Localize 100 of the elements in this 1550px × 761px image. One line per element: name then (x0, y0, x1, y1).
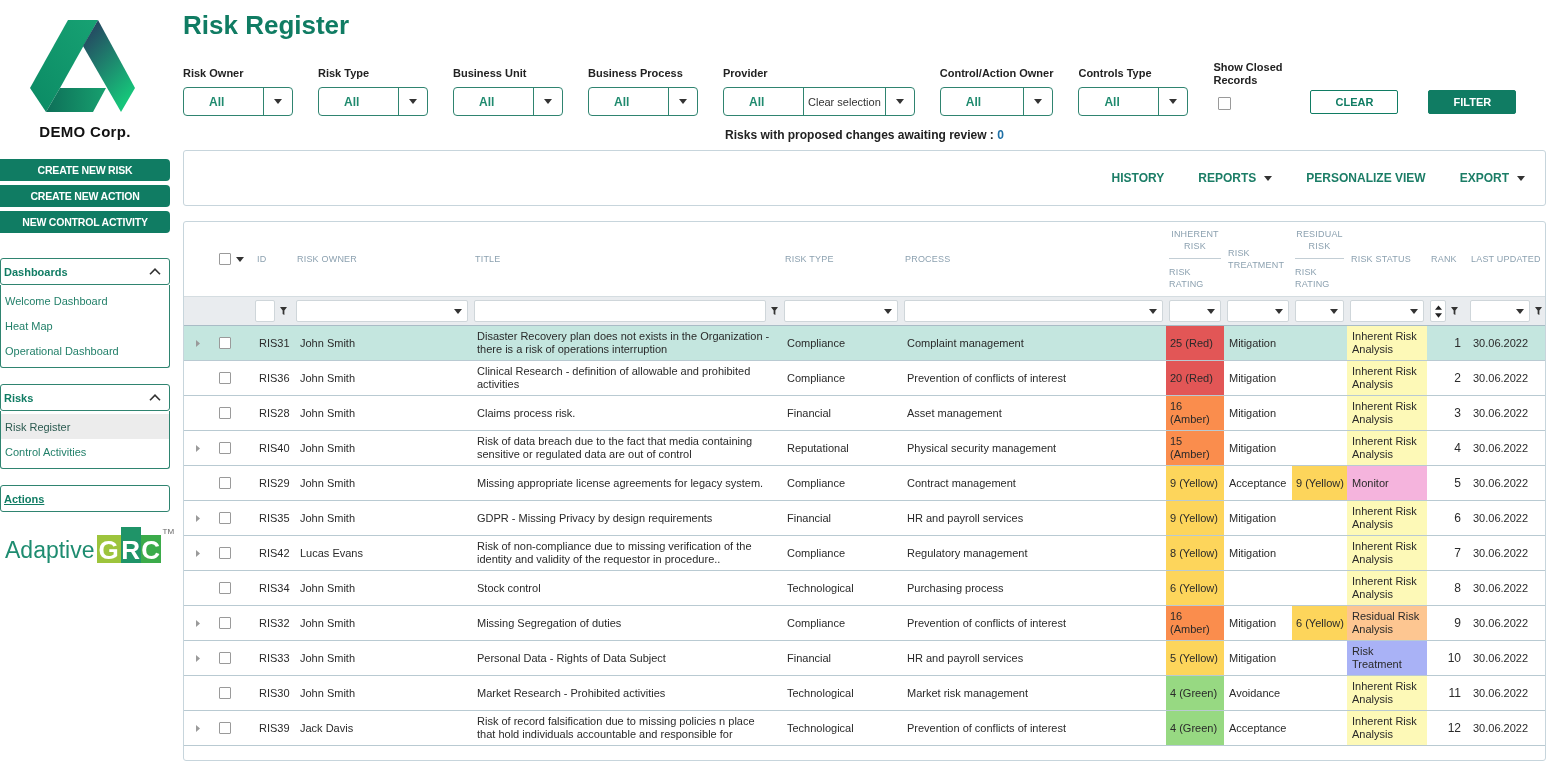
toolbar-button[interactable]: HISTORY (1107, 167, 1169, 189)
table-row[interactable]: RIS30 John Smith Market Research - Prohibited activities Technological Market risk management 4 (Green) Avoidance Inherent Risk Analysis 11 30.06.2022 (184, 676, 1545, 711)
table-cell-text: Mitigation (1228, 650, 1278, 666)
nav-item[interactable]: Welcome Dashboard (1, 288, 169, 313)
caret-right-icon[interactable] (195, 724, 200, 732)
table-cell-text: Avoidance (1228, 685, 1282, 701)
table-cell-text: Stock control (476, 580, 542, 596)
caret-right-icon[interactable] (195, 619, 200, 627)
filter-dropdown[interactable]: All Clear selection (723, 87, 915, 116)
review-notice: Risks with proposed changes awaiting review : 0 (725, 128, 1004, 143)
column-group-header: INHERENT RISK (1170, 228, 1220, 252)
nav-item[interactable]: Risk Register (1, 414, 169, 439)
table-row[interactable]: RIS29 John Smith Missing appropriate license agreements for legacy system. Compliance Contract management 9 (Yellow) Acceptance 9 (Yellow) Monitor 5 30.06.2022 (184, 466, 1545, 501)
toolbar-button[interactable]: EXPORT (1455, 167, 1529, 189)
table-cell-text: Technological (786, 720, 855, 736)
filter-dropdown[interactable]: All (318, 87, 428, 116)
column-filter-dropdown[interactable] (1169, 300, 1221, 322)
section-header[interactable]: Dashboards (0, 258, 170, 285)
brand-logo: Adaptive GRC TM (5, 527, 175, 563)
table-cell-text: Financial (786, 405, 833, 421)
row-checkbox[interactable] (219, 407, 231, 419)
filter-dropdown[interactable]: All (588, 87, 698, 116)
column-filter-dropdown[interactable] (1350, 300, 1424, 322)
nav-item[interactable]: Control Activities (1, 439, 169, 464)
table-cell-text: Mitigation (1228, 370, 1278, 386)
table-cell-text: 30.06.2022 (1472, 510, 1530, 526)
table-cell-text: John Smith (299, 615, 357, 631)
toolbar-button[interactable]: REPORTS (1194, 167, 1277, 189)
table-cell-text: John Smith (299, 370, 357, 386)
table-cell-text: 30.06.2022 (1472, 580, 1530, 596)
table-row[interactable] (184, 536, 1545, 571)
table-row[interactable]: RIS28 John Smith Claims process risk. Financial Asset management 16 (Amber) Mitigation Inherent Risk Analysis 3 30.06.2022 (184, 396, 1545, 431)
filter-icon[interactable] (1535, 307, 1542, 315)
row-checkbox[interactable] (219, 512, 231, 524)
checkbox-label: Show Closed Records (1213, 61, 1284, 87)
risk-status-cell: Risk Treatment (1347, 641, 1427, 675)
select-all-checkbox[interactable] (219, 253, 231, 265)
column-filter-input[interactable] (255, 300, 275, 322)
caret-right-icon[interactable] (195, 339, 200, 347)
row-checkbox[interactable] (219, 442, 231, 454)
show-closed-checkbox[interactable] (1218, 97, 1232, 110)
table-cell-text: Compliance (786, 475, 847, 491)
caret-right-icon[interactable] (195, 514, 200, 522)
row-checkbox[interactable] (219, 337, 231, 349)
sort-toggle[interactable] (1430, 300, 1446, 322)
table-cell-text: 11 (1447, 684, 1462, 702)
sidebar-action-button[interactable]: CREATE NEW ACTION (0, 185, 170, 207)
column-filter-input[interactable] (474, 300, 766, 322)
table-row[interactable]: RIS34 John Smith Stock control Technological Purchasing process 6 (Yellow) Inherent Risk Analysis 8 30.06.2022 (184, 571, 1545, 606)
filter-dropdown[interactable]: All (453, 87, 563, 116)
filter-icon[interactable] (280, 307, 287, 315)
column-filter-dropdown[interactable] (1295, 300, 1344, 322)
filter-label: Risk Type (318, 67, 370, 80)
nav-item[interactable]: Heat Map (1, 313, 169, 338)
table-row[interactable]: RIS36 John Smith Clinical Research - definition of allowable and prohibited activities Compliance Prevention of conflicts of interest 20 (Red) Mitigation Inherent Risk Analysis 2 30.06.2022 (184, 361, 1545, 396)
caret-right-icon[interactable] (195, 654, 200, 662)
column-filter-dropdown[interactable] (1470, 300, 1530, 322)
table-row[interactable] (184, 711, 1545, 746)
row-checkbox[interactable] (219, 687, 231, 699)
row-checkbox[interactable] (219, 582, 231, 594)
row-checkbox[interactable] (219, 652, 231, 664)
table-cell-text: Technological (786, 685, 855, 701)
sidebar-action-button[interactable]: NEW CONTROL ACTIVITY (0, 211, 170, 233)
filter-dropdown[interactable]: All (1078, 87, 1189, 116)
primary-button[interactable]: FILTER (1428, 90, 1517, 114)
caret-down-icon (895, 99, 904, 104)
caret-down-icon (679, 99, 687, 104)
row-checkbox[interactable] (219, 547, 231, 559)
row-checkbox[interactable] (219, 477, 231, 489)
filter-icon[interactable] (1451, 307, 1458, 315)
column-filter-dropdown[interactable] (296, 300, 468, 322)
section-header[interactable]: Risks (0, 384, 170, 411)
row-checkbox[interactable] (219, 722, 231, 734)
row-checkbox[interactable] (219, 617, 231, 629)
secondary-button[interactable]: CLEAR (1310, 90, 1399, 114)
filter-label: Controls Type (1078, 67, 1152, 80)
row-checkbox[interactable] (219, 372, 231, 384)
table-row[interactable] (184, 326, 1545, 361)
table-cell-text: 4 (1453, 439, 1462, 457)
table-cell-text: Compliance (786, 370, 847, 386)
table-cell-text: RIS35 (258, 510, 291, 526)
filter-dropdown[interactable]: All (183, 87, 293, 116)
caret-right-icon[interactable] (195, 444, 200, 452)
filter-icon[interactable] (771, 307, 778, 315)
toolbar-button[interactable]: PERSONALIZE VIEW (1302, 167, 1430, 189)
nav-item[interactable]: Operational Dashboard (1, 338, 169, 363)
column-filter-dropdown[interactable] (904, 300, 1163, 322)
table-cell-text: 30.06.2022 (1472, 615, 1530, 631)
table-row[interactable]: RIS33 John Smith Personal Data - Rights of Data Subject Financial HR and payroll services 5 (Yellow) Mitigation Risk Treatment 10 30.06.2022 (184, 641, 1545, 676)
column-filter-dropdown[interactable] (784, 300, 898, 322)
caret-right-icon[interactable] (195, 549, 200, 557)
column-filter-dropdown[interactable] (1227, 300, 1289, 322)
risk-rating-cell: 4 (Green) (1166, 676, 1224, 710)
sidebar-action-button[interactable]: CREATE NEW RISK (0, 159, 170, 181)
table-row[interactable] (184, 431, 1545, 466)
table-cell-text: 30.06.2022 (1472, 545, 1530, 561)
section-link[interactable]: Actions (0, 485, 170, 512)
table-cell-text: RIS34 (258, 580, 291, 596)
filter-dropdown[interactable]: All (939, 87, 1054, 116)
table-row[interactable]: RIS35 John Smith GDPR - Missing Privacy by design requirements Financial HR and payroll services 9 (Yellow) Mitigation Inherent Risk Analysis 6 30.06.2022 (184, 501, 1545, 536)
